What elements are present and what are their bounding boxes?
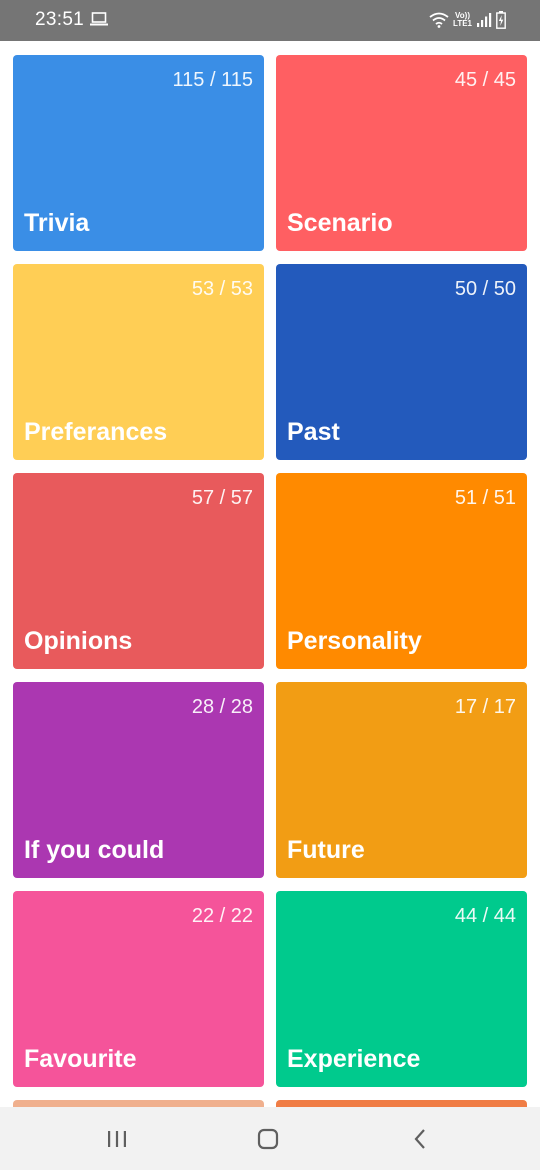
signal-icon <box>477 13 492 27</box>
question-count: 17 / 17 <box>454 696 516 718</box>
status-icons: Vo)) LTE1 <box>429 8 506 32</box>
question-count: 57 / 57 <box>191 487 253 509</box>
laptop-icon <box>90 12 108 26</box>
recents-button[interactable] <box>77 1107 157 1170</box>
category-tile[interactable]: 115 / 115 Trivia <box>13 55 264 251</box>
category-tile[interactable] <box>13 1100 264 1107</box>
question-count: 53 / 53 <box>191 278 253 300</box>
category-title: Experience <box>287 1045 421 1073</box>
question-count: 115 / 115 <box>172 69 253 91</box>
home-button[interactable] <box>228 1107 308 1170</box>
back-button[interactable] <box>380 1107 460 1170</box>
category-tile[interactable]: 22 / 22 Favourite <box>13 891 264 1087</box>
question-count: 50 / 50 <box>454 278 516 300</box>
lte-label: LTE1 <box>453 19 472 28</box>
category-tile[interactable]: 17 / 17 Future <box>276 682 527 878</box>
question-count: 28 / 28 <box>191 696 253 718</box>
recents-icon <box>108 1130 126 1147</box>
category-tile[interactable]: 50 / 50 Past <box>276 264 527 460</box>
wifi-icon <box>429 12 449 28</box>
status-bar: 23:51 Vo)) LTE1 <box>0 0 540 41</box>
back-icon <box>414 1128 425 1149</box>
category-tile[interactable]: 53 / 53 Preferances <box>13 264 264 460</box>
battery-icon <box>496 11 506 29</box>
category-title: Personality <box>287 627 422 655</box>
category-tile[interactable]: 28 / 28 If you could <box>13 682 264 878</box>
category-title: If you could <box>24 836 165 864</box>
navigation-bar <box>0 1107 540 1170</box>
home-icon <box>257 1128 279 1149</box>
category-title: Past <box>287 418 340 446</box>
question-count: 22 / 22 <box>191 905 253 927</box>
category-title: Preferances <box>24 418 168 446</box>
category-title: Opinions <box>24 627 133 655</box>
category-tile[interactable]: 45 / 45 Scenario <box>276 55 527 251</box>
category-grid: 115 / 115 Trivia 45 / 45 Scenario 53 / 5… <box>0 41 540 1107</box>
question-count: 45 / 45 <box>454 69 516 91</box>
category-tile[interactable]: 44 / 44 Experience <box>276 891 527 1087</box>
category-tile[interactable]: 57 / 57 Opinions <box>13 473 264 669</box>
question-count: 51 / 51 <box>454 487 516 509</box>
category-title: Favourite <box>24 1045 137 1073</box>
network-type: Vo)) LTE1 <box>453 12 472 28</box>
category-title: Trivia <box>24 209 90 237</box>
category-title: Scenario <box>287 209 393 237</box>
category-title: Future <box>287 836 365 864</box>
category-tile[interactable] <box>276 1100 527 1107</box>
question-count: 44 / 44 <box>454 905 516 927</box>
status-time: 23:51 <box>35 9 85 30</box>
category-tile[interactable]: 51 / 51 Personality <box>276 473 527 669</box>
